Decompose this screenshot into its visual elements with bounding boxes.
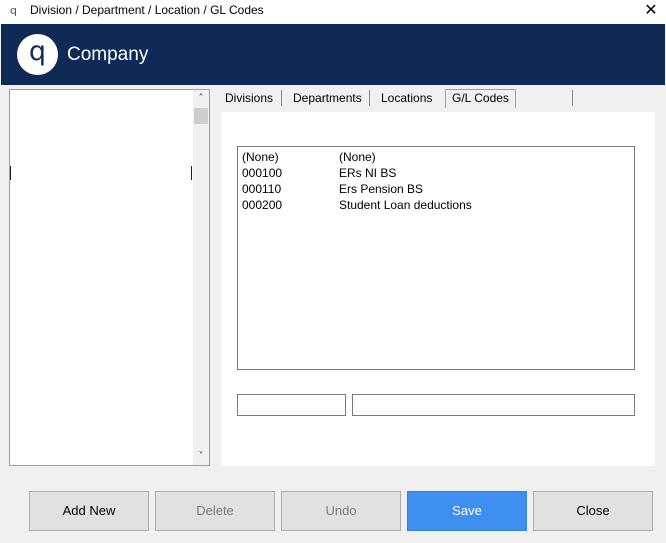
add-new-button[interactable]: Add New [29,491,149,531]
gl-description-field[interactable] [352,394,635,416]
company-name: Company [67,44,149,65]
gl-code: (None) [242,150,279,164]
tab-separator [281,90,282,106]
tab-separator [369,90,370,106]
tab-gl-codes[interactable]: G/L Codes [445,89,516,108]
gl-description: Student Loan deductions [339,198,472,212]
tree-line-marker [10,166,11,180]
gl-code: 000110 [242,182,282,196]
gl-description: Ers Pension BS [339,182,424,196]
logo-letter: q [28,36,47,67]
tab-separator [572,90,573,106]
tab-strip: Divisions Departments Locations G/L Code… [220,88,656,108]
app-icon: q [10,4,17,17]
gl-description: (None) [339,150,376,164]
save-button[interactable]: Save [407,491,527,531]
gl-code-field[interactable] [237,394,346,416]
delete-button[interactable]: Delete [155,491,275,531]
tab-divisions[interactable]: Divisions [225,90,273,107]
scroll-down-arrow-icon[interactable]: ˅ [193,448,209,465]
gl-codes-panel: (None) (None) 000100 ERs NI BS 000110 Er… [221,112,655,466]
gl-description: ERs NI BS [339,166,397,180]
scroll-up-arrow-icon[interactable]: ˄ [193,90,209,107]
company-banner: q Company [1,24,665,85]
close-button[interactable]: Close [533,491,653,531]
window-title: Division / Department / Location / GL Co… [30,3,264,17]
gl-code: 000200 [242,198,283,212]
gl-code: 000100 [242,166,283,180]
tree-scrollbar[interactable]: ˄ ˅ [193,90,209,465]
title-bar: q Division / Department / Location / GL … [0,0,666,24]
scroll-thumb[interactable] [194,108,208,124]
tab-locations[interactable]: Locations [381,90,432,107]
tab-departments[interactable]: Departments [293,90,362,107]
company-logo: q [17,34,58,75]
close-icon[interactable]: ✕ [636,0,666,22]
undo-button[interactable]: Undo [281,491,401,531]
tree-line-marker-right [191,166,192,180]
gl-codes-list[interactable]: (None) (None) 000100 ERs NI BS 000110 Er… [237,146,635,370]
structure-tree[interactable]: ˄ ˅ [9,89,210,466]
